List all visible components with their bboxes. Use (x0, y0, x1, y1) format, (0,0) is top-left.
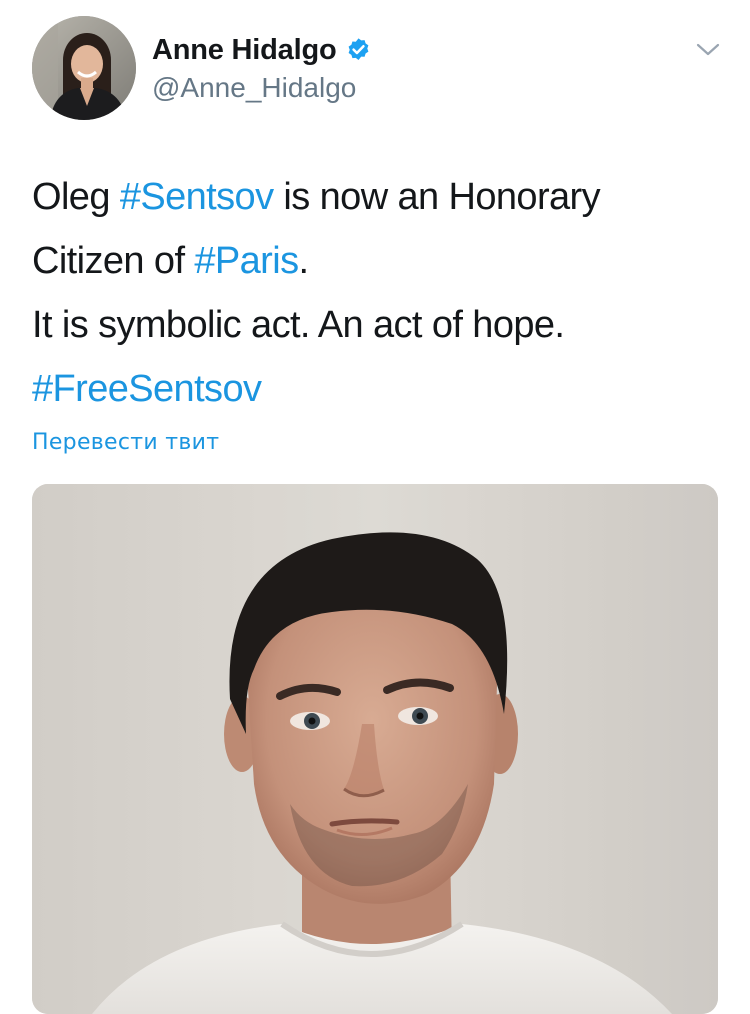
hashtag-sentsov-link[interactable]: #Sentsov (120, 176, 274, 218)
tweet-text-line-3: It is symbolic act. An act of hope. (32, 304, 565, 346)
hashtag-freesentsov-link[interactable]: #FreeSentsov (32, 357, 722, 421)
author-info: Anne Hidalgo @Anne_Hidalgo (152, 32, 372, 104)
tweet-text-line-1: Oleg #Sentsov is now an Honorary (32, 165, 722, 229)
text-segment: . (298, 240, 309, 282)
tweet: Anne Hidalgo @Anne_Hidalgo Oleg #Sentsov… (0, 0, 750, 1014)
tweet-text-line-2: Citizen of #Paris. (32, 229, 722, 293)
avatar-photo-icon (32, 16, 136, 120)
tweet-media-photo[interactable] (32, 484, 718, 1014)
text-segment: Citizen of (32, 240, 195, 282)
hashtag-paris-link[interactable]: #Paris (194, 240, 299, 282)
text-segment: Oleg (32, 176, 120, 218)
text-segment: is now an Honorary (273, 176, 601, 218)
chevron-down-icon[interactable] (694, 40, 722, 60)
tweet-text: Oleg #Sentsov is now an Honorary Citizen… (32, 165, 722, 421)
portrait-photo-icon (32, 484, 718, 1014)
verified-badge-icon (345, 37, 372, 64)
translate-tweet-link[interactable]: Перевести твит (32, 430, 219, 455)
author-avatar[interactable] (32, 16, 136, 120)
display-name-row: Anne Hidalgo (152, 32, 372, 68)
author-display-name[interactable]: Anne Hidalgo (152, 34, 337, 67)
author-handle[interactable]: @Anne_Hidalgo (152, 72, 372, 104)
